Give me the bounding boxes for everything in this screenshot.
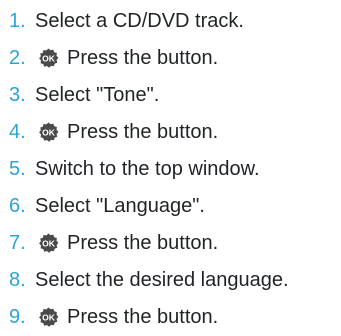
step-text: Select "Language". [35, 194, 205, 217]
svg-text:OK: OK [42, 312, 56, 322]
step-text: Press the button. [67, 120, 219, 143]
ok-button-icon: OK [38, 48, 59, 69]
step-4: 4. OK Press the button. [0, 117, 218, 147]
svg-text:OK: OK [42, 53, 56, 63]
ok-button-icon: OK [38, 307, 59, 328]
step-8: 8. Select the desired language. [0, 265, 289, 295]
step-number: 4. [9, 120, 26, 143]
step-text: Press the button. [67, 46, 219, 69]
svg-text:OK: OK [42, 127, 56, 137]
step-1: 1. Select a CD/DVD track. [0, 6, 244, 36]
step-3: 3. Select "Tone". [0, 80, 159, 110]
step-text: Press the button. [67, 231, 219, 254]
step-number: 3. [9, 83, 26, 106]
step-number: 2. [9, 46, 26, 69]
step-6: 6. Select "Language". [0, 191, 205, 221]
step-text: Press the button. [67, 305, 219, 328]
step-number: 7. [9, 231, 26, 254]
step-number: 1. [9, 9, 26, 32]
step-number: 8. [9, 268, 26, 291]
step-number: 5. [9, 157, 26, 180]
step-9: 9. OK Press the button. [0, 302, 218, 332]
step-number: 6. [9, 194, 26, 217]
step-text: Select the desired language. [35, 268, 289, 291]
step-text: Select a CD/DVD track. [35, 9, 244, 32]
step-number: 9. [9, 305, 26, 328]
step-5: 5. Switch to the top window. [0, 154, 260, 184]
step-text: Switch to the top window. [35, 157, 260, 180]
ok-button-icon: OK [38, 122, 59, 143]
step-7: 7. OK Press the button. [0, 228, 218, 258]
svg-text:OK: OK [42, 238, 56, 248]
step-2: 2. OK Press the button. [0, 43, 218, 73]
ok-button-icon: OK [38, 233, 59, 254]
step-text: Select "Tone". [35, 83, 160, 106]
